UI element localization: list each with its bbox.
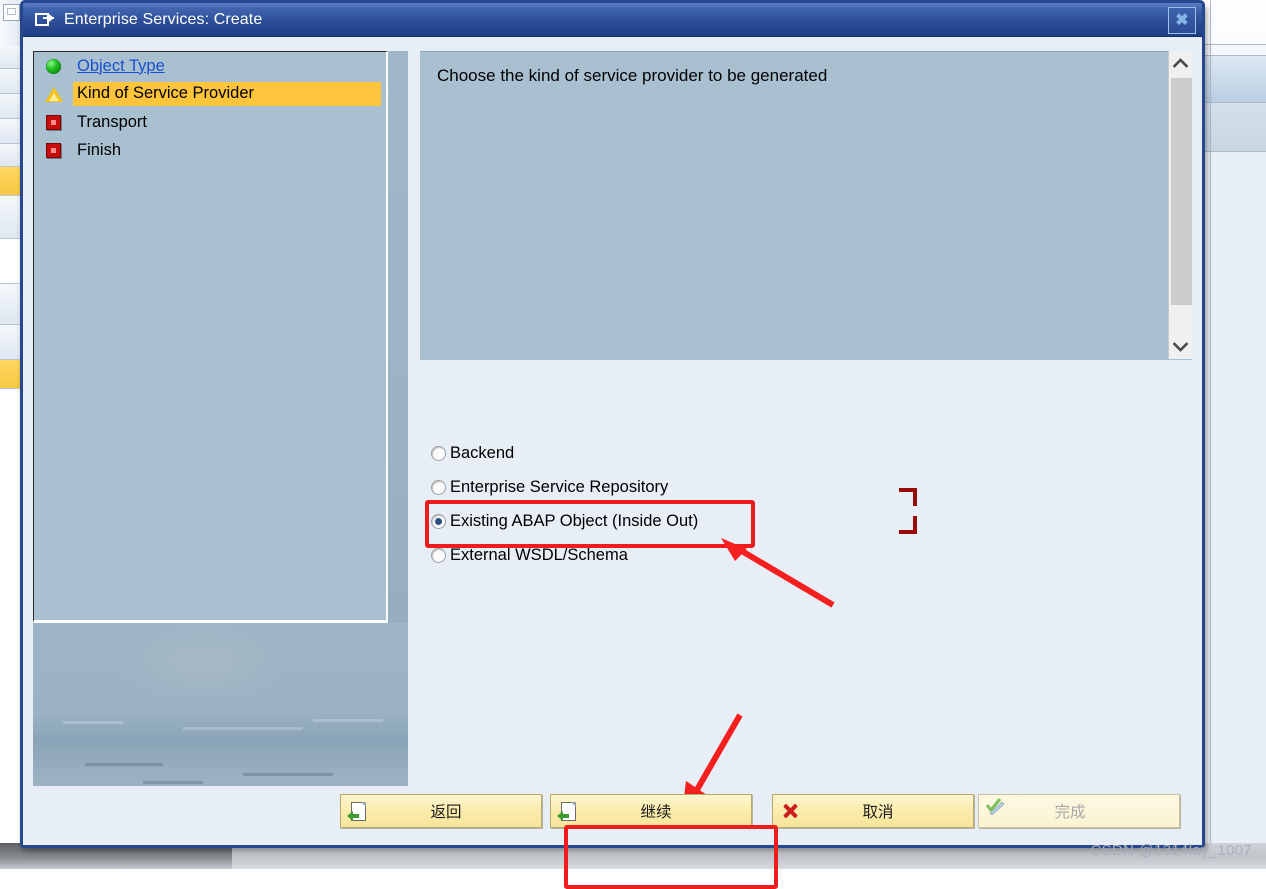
- background-row-highlighted: [0, 167, 22, 196]
- dialog-title: Enterprise Services: Create: [64, 10, 263, 28]
- radio-option-external-wsdl-schema[interactable]: External WSDL/Schema: [431, 538, 698, 572]
- background-toolbar-icon: [3, 4, 20, 21]
- finish-button-label: 完成: [1054, 803, 1086, 821]
- background-row: [0, 144, 22, 167]
- background-right-row: [1198, 45, 1266, 56]
- background-row: [0, 284, 22, 325]
- background-row: [0, 239, 22, 284]
- page-back-icon: [347, 800, 369, 822]
- content-heading: Choose the kind of service provider to b…: [437, 66, 828, 85]
- step-item-object-type[interactable]: Object Type: [34, 52, 386, 80]
- radio-option-existing-abap-object[interactable]: Existing ABAP Object (Inside Out): [431, 504, 698, 538]
- background-row: [0, 389, 22, 869]
- background-right-row: [1198, 0, 1266, 45]
- back-button-label: 返回: [430, 803, 462, 821]
- chevron-up-icon[interactable]: [1169, 51, 1192, 75]
- radio-label: External WSDL/Schema: [450, 545, 628, 564]
- step-label: Kind of Service Provider: [73, 82, 381, 106]
- chevron-down-icon[interactable]: [1169, 335, 1192, 359]
- red-square-icon: [45, 141, 63, 159]
- content-pane: Choose the kind of service provider to b…: [420, 51, 1192, 360]
- background-right-row: [1198, 152, 1266, 869]
- scrollbar-thumb[interactable]: [1171, 78, 1192, 305]
- background-row: [0, 69, 22, 94]
- check-pencil-icon: [985, 797, 1006, 816]
- annotation-corner-bottom-right: [899, 516, 917, 534]
- background-right-panel: [1197, 0, 1266, 869]
- close-icon[interactable]: ✖: [1168, 7, 1196, 34]
- back-button[interactable]: 返回: [340, 794, 542, 828]
- step-label: Object Type: [77, 56, 165, 75]
- decorative-image: [33, 623, 408, 786]
- radio-option-backend[interactable]: Backend: [431, 436, 698, 470]
- red-x-icon: [779, 800, 801, 822]
- step-navigation-panel: Object Type Kind of Service Provider Tra…: [33, 51, 408, 786]
- page-continue-icon: [557, 800, 579, 822]
- background-row: [0, 46, 22, 69]
- background-divider: [1210, 0, 1211, 869]
- background-right-row: [1198, 56, 1266, 103]
- background-row: [0, 94, 22, 119]
- step-item-finish[interactable]: Finish: [34, 136, 386, 164]
- radio-button-icon: [431, 479, 446, 495]
- step-label: Transport: [77, 112, 147, 131]
- green-sphere-icon: [45, 57, 63, 75]
- finish-button: 完成: [978, 794, 1180, 828]
- step-item-kind-of-service-provider[interactable]: Kind of Service Provider: [34, 80, 386, 108]
- background-row: [0, 119, 22, 144]
- radio-label: Enterprise Service Repository: [450, 477, 669, 496]
- radio-label: Existing ABAP Object (Inside Out): [450, 511, 699, 530]
- window-create-icon: [35, 12, 55, 28]
- yellow-triangle-warning-icon: [45, 85, 63, 103]
- cancel-button-label: 取消: [862, 803, 894, 821]
- background-row: [0, 325, 22, 360]
- watermark-text: CSDN @1314lay_1007: [1090, 842, 1252, 859]
- radio-button-icon: [431, 547, 446, 563]
- dialog-button-bar: 返回 继续 取消 完成: [23, 794, 1202, 834]
- continue-button[interactable]: 继续: [550, 794, 752, 828]
- content-scrollbar[interactable]: [1168, 51, 1192, 359]
- radio-option-enterprise-service-repository[interactable]: Enterprise Service Repository: [431, 470, 698, 504]
- step-label: Finish: [77, 140, 122, 159]
- dialog-titlebar: Enterprise Services: Create ✖: [20, 0, 1205, 37]
- annotation-corner-top-right: [899, 488, 917, 506]
- red-square-icon: [45, 113, 63, 131]
- radio-button-icon: [431, 445, 446, 461]
- background-row-highlighted: [0, 360, 22, 389]
- close-glyph: ✖: [1175, 11, 1189, 29]
- radio-label: Backend: [450, 443, 515, 462]
- cancel-button[interactable]: 取消: [772, 794, 974, 828]
- background-right-row: [1198, 103, 1266, 152]
- enterprise-services-create-dialog: Enterprise Services: Create ✖ Object Typ…: [20, 0, 1205, 889]
- radio-button-selected-icon: [431, 513, 446, 529]
- background-row: [0, 196, 22, 239]
- kind-of-service-provider-radio-group: Backend Enterprise Service Repository Ex…: [431, 436, 698, 572]
- step-list: Object Type Kind of Service Provider Tra…: [33, 51, 388, 623]
- annotation-arrow-to-radio: [721, 538, 835, 608]
- continue-button-label: 继续: [640, 803, 672, 821]
- dialog-body: Object Type Kind of Service Provider Tra…: [23, 38, 1202, 889]
- step-item-transport[interactable]: Transport: [34, 108, 386, 136]
